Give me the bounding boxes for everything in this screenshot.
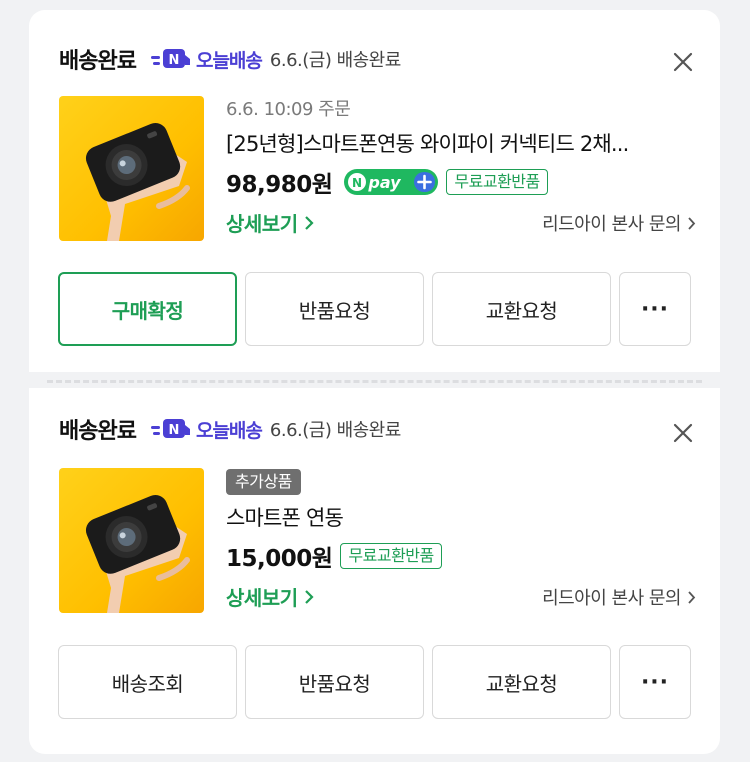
close-icon[interactable] [669,48,697,76]
additional-product-tag: 추가상품 [226,469,301,495]
order-item-2: 배송완료 N 오늘배송 6.6.(금) 배송완료 추가상품 스마트폰 연동 15… [29,388,720,754]
product-image [59,468,204,613]
exchange-request-button[interactable]: 교환요청 [432,645,611,719]
divider-notch-left [21,372,37,388]
today-delivery-badge: N 오늘배송 [150,416,263,443]
close-icon[interactable] [669,419,697,447]
detail-link[interactable]: 상세보기 [226,582,314,611]
delivery-status-title: 배송완료 [59,49,137,74]
more-button[interactable]: ··· [619,272,691,346]
action-buttons: 배송조회 반품요청 교환요청 ··· [58,645,691,719]
card-divider [47,380,702,383]
product-name[interactable]: 스마트폰 연동 [226,500,696,536]
action-buttons: 구매확정 반품요청 교환요청 ··· [58,272,691,346]
more-button[interactable]: ··· [619,645,691,719]
detail-link-label: 상세보기 [226,212,298,236]
delivery-date-status: 6.6.(금) 배송완료 [269,420,401,441]
exchange-request-button[interactable]: 교환요청 [432,272,611,346]
chevron-right-icon [304,215,314,230]
track-delivery-button[interactable]: 배송조회 [58,645,237,719]
product-info: 6.6. 10:09 주문 [25년형]스마트폰연동 와이파이 커넥티드 2채.… [226,96,696,242]
chevron-right-icon [304,589,314,604]
product-price: 98,980원 [226,172,333,198]
return-request-button[interactable]: 반품요청 [245,272,424,346]
seller-inquiry-link[interactable]: 리드아이 본사 문의 [542,584,696,610]
seller-inquiry-label: 리드아이 본사 문의 [542,588,681,609]
product-thumbnail[interactable] [59,468,204,613]
product-image [59,96,204,241]
link-row: 상세보기 리드아이 본사 문의 [226,578,696,616]
delivery-truck-icon: N [150,49,190,68]
free-return-badge: 무료교환반품 [446,169,548,195]
today-delivery-label: 오늘배송 [195,49,263,72]
return-request-button[interactable]: 반품요청 [245,645,424,719]
today-delivery-badge: N 오늘배송 [150,46,263,73]
product-name[interactable]: [25년형]스마트폰연동 와이파이 커넥티드 2채... [226,126,696,162]
product-price: 15,000원 [226,546,333,572]
delivery-status-title: 배송완료 [59,419,137,444]
delivery-date-status: 6.6.(금) 배송완료 [269,50,401,71]
divider-notch-right [712,372,728,388]
svg-text:N: N [352,176,362,190]
detail-link[interactable]: 상세보기 [226,208,314,237]
product-thumbnail[interactable] [59,96,204,241]
price-row: 15,000원 무료교환반품 [226,538,696,574]
order-item-1: 배송완료 N 오늘배송 6.6.(금) 배송완료 6.6. 10:09 주문 [… [29,10,720,372]
order-time: 6.6. 10:09 주문 [226,99,351,120]
seller-inquiry-label: 리드아이 본사 문의 [542,214,681,235]
chevron-right-icon [688,216,696,230]
extra-tag-row: 추가상품 [226,468,696,498]
chevron-right-icon [688,590,696,604]
svg-text:N: N [169,53,180,68]
npay-badge: N pay [344,169,439,195]
seller-inquiry-link[interactable]: 리드아이 본사 문의 [542,210,696,236]
free-return-badge: 무료교환반품 [340,543,442,569]
order-header: 배송완료 N 오늘배송 6.6.(금) 배송완료 [59,414,401,444]
price-row: 98,980원 N pay 무료교환반품 [226,164,696,200]
delivery-truck-icon: N [150,419,190,438]
link-row: 상세보기 리드아이 본사 문의 [226,204,696,242]
today-delivery-label: 오늘배송 [195,419,263,442]
detail-link-label: 상세보기 [226,586,298,610]
product-info: 추가상품 스마트폰 연동 15,000원 무료교환반품 상세보기 리드아이 본사… [226,468,696,616]
svg-text:N: N [169,423,180,438]
order-header: 배송완료 N 오늘배송 6.6.(금) 배송완료 [59,44,401,74]
confirm-purchase-button[interactable]: 구매확정 [58,272,237,346]
